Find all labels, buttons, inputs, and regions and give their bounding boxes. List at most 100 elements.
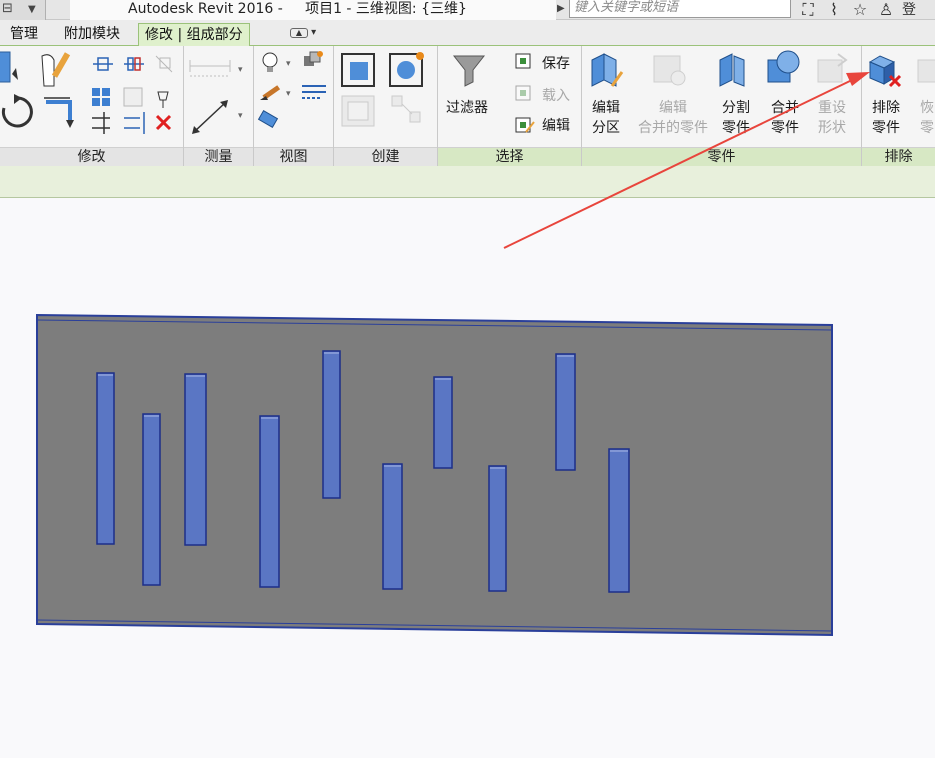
rotate-icon — [1, 94, 33, 128]
filter-button[interactable]: 过滤器 — [446, 98, 488, 118]
user-icon[interactable]: ♙ — [876, 1, 896, 19]
panel-measure: ▾ ▾ 测量 — [184, 46, 254, 166]
panel-parts: 编辑 分区 编辑 合并的零件 分割 零件 合并 零件 重设 形状 零件 — [582, 46, 862, 166]
offset-icon — [41, 52, 71, 87]
create-group-icon — [341, 95, 375, 127]
create-icons — [341, 52, 424, 127]
restore-parts-button: 恢零 — [920, 100, 934, 136]
exclude-icons — [868, 55, 935, 88]
panel-view: ▾ ▾ 视图 — [254, 46, 334, 166]
panel-create: 创建 — [334, 46, 438, 166]
chevron-right-icon[interactable]: ▶ — [557, 3, 565, 14]
create-similar-icon — [391, 95, 421, 123]
restore-parts-icon — [917, 59, 935, 83]
align-icon — [0, 51, 18, 83]
svg-text:▾: ▾ — [286, 59, 291, 69]
title-icon-group: ⛶ ⌇ ☆ ♙ 登 — [798, 0, 916, 20]
override-graphics-icon — [304, 51, 323, 66]
star-icon[interactable]: ☆ — [850, 1, 870, 19]
part-strip[interactable] — [382, 463, 403, 590]
extend-icon — [124, 112, 145, 134]
eraser-icon — [257, 109, 279, 129]
subscription-icon[interactable]: ⌇ — [824, 1, 844, 19]
edit-merged-icon — [653, 55, 686, 86]
create-parts-icon — [341, 53, 375, 87]
chevron-down-icon[interactable]: ▼ — [28, 4, 36, 15]
split-icon — [155, 55, 173, 73]
panel-label-exclude: 排除 — [862, 147, 935, 166]
filter-icon — [452, 55, 486, 87]
panel-label-create: 创建 — [334, 147, 437, 166]
reset-shape-icon — [817, 53, 848, 83]
part-strip[interactable] — [259, 415, 280, 588]
part-strip[interactable] — [608, 448, 630, 593]
scale-icon — [123, 87, 143, 107]
edit-selection-icon — [515, 117, 535, 133]
part-strip[interactable] — [322, 350, 341, 499]
window-title: Autodesk Revit 2016 - 项目1 - 三维视图: {三维} — [128, 1, 467, 17]
edit-division-icon — [591, 53, 624, 87]
panel-label-parts: 零件 — [582, 147, 861, 166]
modify-tools-icons — [0, 51, 173, 134]
quick-access-toolbar[interactable]: ⊟ ▼ — [0, 0, 46, 20]
svg-text:▾: ▾ — [286, 89, 291, 99]
part-strip[interactable] — [488, 465, 507, 592]
title-bar: ⊟ ▼ Autodesk Revit 2016 - 项目1 - 三维视图: {三… — [0, 0, 935, 20]
create-assembly-icon — [389, 52, 424, 87]
edit-selection-button[interactable]: 编辑 — [542, 116, 570, 136]
load-selection-button[interactable]: 载入 — [542, 86, 570, 106]
tab-addins[interactable]: 附加模块 — [58, 23, 126, 45]
tab-modify-parts[interactable]: 修改 | 组成部分 — [138, 23, 250, 47]
quick-access-icon[interactable]: ⊟ — [2, 1, 13, 16]
reset-shape-button: 重设 形状 — [818, 100, 846, 136]
delete-icon — [155, 114, 172, 131]
ribbon: 修改 ▾ ▾ 测量 ▾ ▾ 视图 创建 过滤器 保存 载入 编辑 选择 编辑 分… — [0, 46, 935, 166]
mirror-axis-icon — [93, 57, 113, 71]
mirror-line-icon — [124, 57, 144, 71]
exclude-parts-icon — [868, 55, 902, 88]
dimension-icon — [192, 100, 228, 134]
part-strip[interactable] — [142, 413, 161, 586]
save-selection-icon — [515, 53, 531, 69]
paintbrush-icon — [260, 85, 281, 100]
panel-label-view: 视图 — [254, 147, 333, 166]
lightbulb-icon — [262, 52, 278, 72]
3d-view-scene[interactable] — [0, 198, 935, 758]
measure-distance-icon — [189, 60, 231, 77]
merge-parts-button[interactable]: 合并 零件 — [771, 98, 799, 138]
minimize-ribbon-icon[interactable]: ▲ — [290, 28, 308, 38]
tab-manage[interactable]: 管理 — [4, 23, 44, 45]
load-selection-icon — [515, 85, 531, 101]
measure-icons: ▾ ▾ — [189, 60, 243, 134]
panel-label-select: 选择 — [438, 147, 581, 166]
exclude-parts-button[interactable]: 排除 零件 — [872, 98, 900, 138]
ribbon-minimize-toggle[interactable]: ▲ ▾ — [290, 27, 324, 41]
edit-division-button[interactable]: 编辑 分区 — [592, 98, 620, 138]
parts-icons — [591, 50, 848, 87]
part-strip[interactable] — [184, 373, 207, 546]
save-selection-button[interactable]: 保存 — [542, 54, 570, 74]
part-strip[interactable] — [433, 376, 453, 469]
binoculars-icon[interactable]: ⛶ — [798, 1, 818, 19]
panel-label-modify: 修改 — [0, 147, 183, 166]
view-icons: ▾ ▾ — [257, 51, 326, 129]
merge-parts-icon — [767, 50, 800, 83]
sign-in-button[interactable]: 登 — [902, 1, 916, 19]
part-strip[interactable] — [96, 372, 115, 545]
panel-label-measure: 测量 — [184, 147, 253, 166]
panel-exclude: 排除 零件 恢零 排除 — [862, 46, 935, 166]
svg-text:▾: ▾ — [238, 65, 243, 75]
svg-text:▾: ▾ — [238, 111, 243, 121]
divide-parts-icon — [719, 53, 745, 87]
search-input[interactable]: 键入关键字或短语 — [569, 0, 791, 18]
panel-modify: 修改 — [0, 46, 184, 166]
linework-icon — [302, 85, 326, 99]
divide-parts-button[interactable]: 分割 零件 — [722, 98, 750, 138]
options-bar — [0, 166, 935, 198]
move-icon — [44, 97, 74, 128]
array-icon — [92, 88, 110, 106]
trim-icon — [92, 112, 110, 134]
edit-merged-parts-button: 编辑 合并的零件 — [638, 100, 708, 136]
part-strip[interactable] — [555, 353, 576, 471]
panel-select: 过滤器 保存 载入 编辑 选择 — [438, 46, 582, 166]
